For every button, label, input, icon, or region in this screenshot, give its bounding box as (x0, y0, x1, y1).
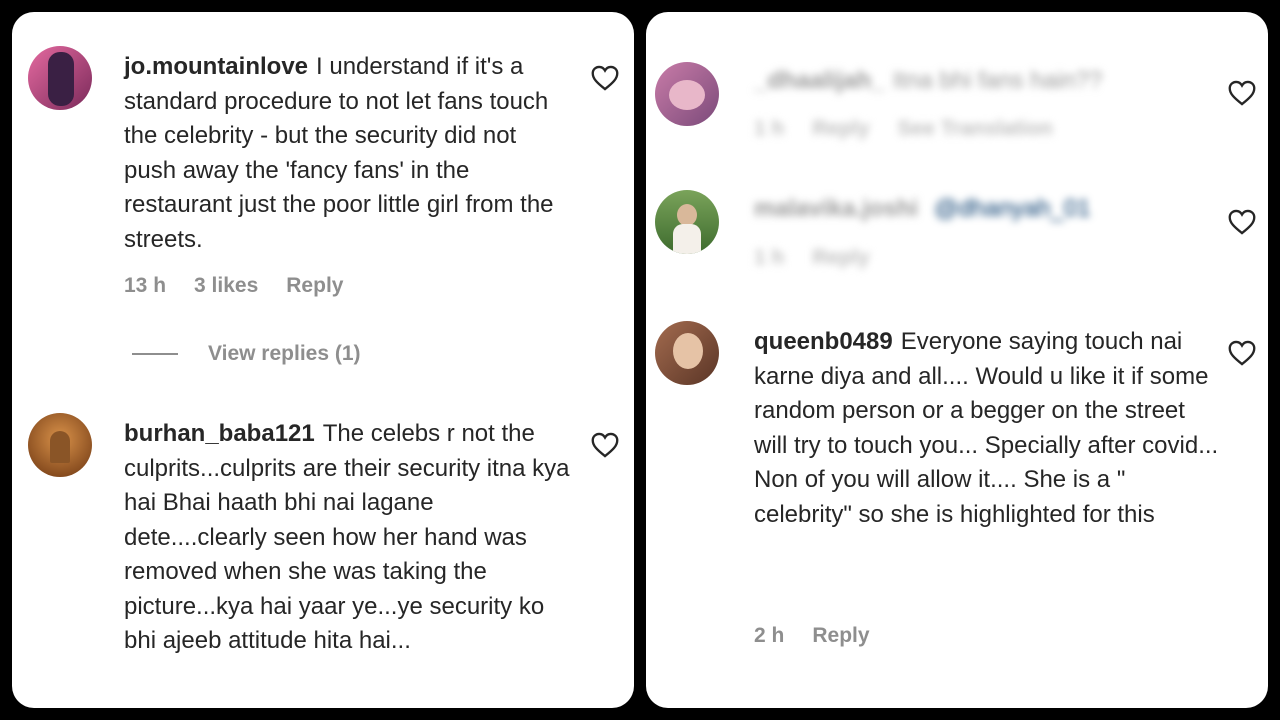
heart-icon[interactable] (1228, 209, 1256, 235)
avatar[interactable] (28, 46, 92, 110)
avatar[interactable] (28, 413, 92, 477)
view-replies-label: View replies (1) (208, 342, 361, 365)
heart-icon[interactable] (1228, 80, 1256, 106)
heart-icon[interactable] (591, 432, 619, 458)
comment-text: burhan_baba121 The celebs r not the culpr… (124, 417, 574, 659)
divider-line (132, 353, 178, 355)
comment-body: I understand if it's a standard procedur… (124, 53, 554, 253)
comment-time: 1 h (754, 117, 785, 140)
right-comment-panel: _dhaalijah_ Itna bhi fans hain?? 1 h Repl… (646, 12, 1268, 708)
comment-username[interactable]: _dhaalijah_ (754, 67, 885, 94)
comment-meta: 1 h Reply (754, 246, 870, 270)
comment-body: Everyone saying touch nai karne diya and… (754, 328, 1219, 528)
comment-text: _dhaalijah_ Itna bhi fans hain?? (754, 64, 1174, 99)
comment-time: 1 h (754, 246, 785, 269)
comment-username[interactable]: malavika.joshi (754, 195, 918, 222)
reply-button[interactable]: Reply (812, 246, 869, 270)
avatar[interactable] (655, 62, 719, 126)
comment-body: Itna bhi fans hain?? (892, 67, 1103, 94)
comment-meta: 2 h Reply (754, 624, 870, 648)
comment-body: The celebs r not the culprits...culprits… (124, 420, 570, 654)
comment-username[interactable]: burhan_baba121 (124, 420, 315, 447)
view-replies-button[interactable]: View replies (1) (132, 342, 361, 366)
comment-text: jo.mountainlove I understand if it's a st… (124, 50, 574, 257)
comment-username[interactable]: queenb0489 (754, 328, 893, 355)
avatar[interactable] (655, 321, 719, 385)
comment-text: queenb0489 Everyone saying touch nai karn… (754, 325, 1224, 532)
avatar[interactable] (655, 190, 719, 254)
heart-icon[interactable] (1228, 340, 1256, 366)
comment-username[interactable]: jo.mountainlove (124, 53, 308, 80)
comment-time: 2 h (754, 624, 785, 647)
left-comment-panel: jo.mountainlove I understand if it's a st… (12, 12, 634, 708)
reply-button[interactable]: Reply (812, 117, 869, 141)
reply-button[interactable]: Reply (812, 624, 869, 648)
comment-time: 13 h (124, 274, 167, 297)
comment-likes[interactable]: 3 likes (194, 274, 258, 298)
comment-meta: 13 h 3 likes Reply (124, 274, 343, 298)
reply-button[interactable]: Reply (286, 274, 343, 298)
see-translation-button[interactable]: See Translation (898, 117, 1053, 141)
comment-mention[interactable]: @dhanyah_01 (934, 195, 1091, 222)
comment-text: malavika.joshi @dhanyah_01 (754, 192, 1174, 227)
comment-meta: 1 h Reply See Translation (754, 117, 1053, 141)
heart-icon[interactable] (591, 65, 619, 91)
